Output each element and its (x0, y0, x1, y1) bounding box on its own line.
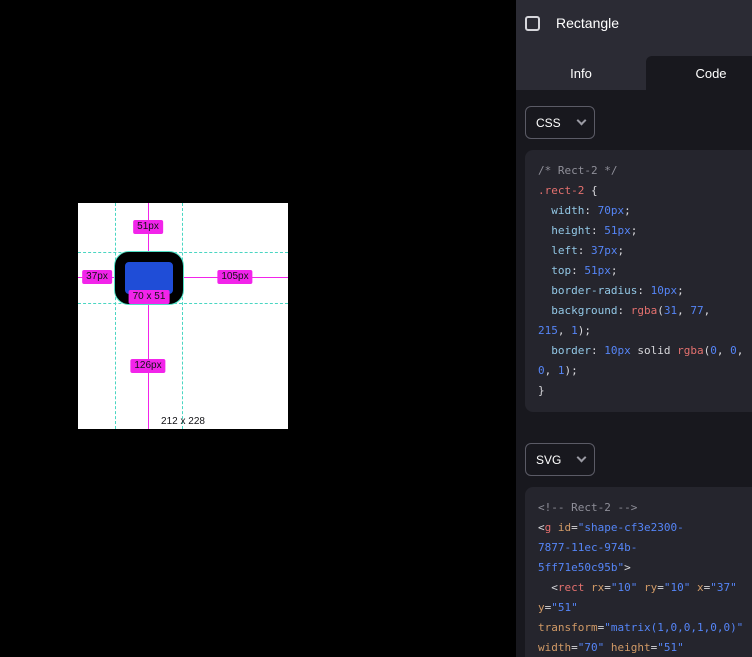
distance-label-left: 37px (82, 270, 112, 284)
right-panel: Rectangle Info Code CSS /* Rect-2 */.rec… (516, 0, 752, 657)
distance-label-bottom: 126px (130, 359, 165, 373)
shape-size-label: 70 x 51 (129, 290, 170, 304)
chevron-down-icon (577, 453, 587, 463)
tab-code[interactable]: Code (646, 56, 752, 90)
svg-language-select[interactable]: SVG (525, 443, 595, 476)
css-select-value: CSS (536, 116, 561, 130)
css-code-block[interactable]: /* Rect-2 */.rect-2 { width: 70px; heigh… (525, 150, 752, 412)
guide-dashed-shape-right (182, 203, 183, 429)
artboard[interactable]: 51px 37px 105px 126px 70 x 51 212 x 228 (78, 203, 288, 429)
chevron-down-icon (577, 116, 587, 126)
tab-bar: Info Code (516, 56, 752, 90)
canvas-workspace[interactable]: 51px 37px 105px 126px 70 x 51 212 x 228 (0, 0, 516, 657)
distance-label-right: 105px (217, 270, 252, 284)
guide-dashed-shape-left (115, 203, 116, 429)
guide-dashed-shape-bottom (78, 303, 288, 304)
distance-label-top: 51px (133, 220, 163, 234)
layer-name: Rectangle (556, 16, 619, 31)
tab-info[interactable]: Info (516, 56, 646, 90)
svg-select-value: SVG (536, 453, 561, 467)
layer-checkbox[interactable] (525, 16, 540, 31)
panel-header: Rectangle (516, 0, 752, 56)
guide-dashed-shape-top (78, 252, 288, 253)
artboard-size-label: 212 x 228 (161, 416, 205, 427)
css-language-select[interactable]: CSS (525, 106, 595, 139)
svg-code-block[interactable]: <!-- Rect-2 --><g id="shape-cf3e2300-787… (525, 487, 752, 657)
